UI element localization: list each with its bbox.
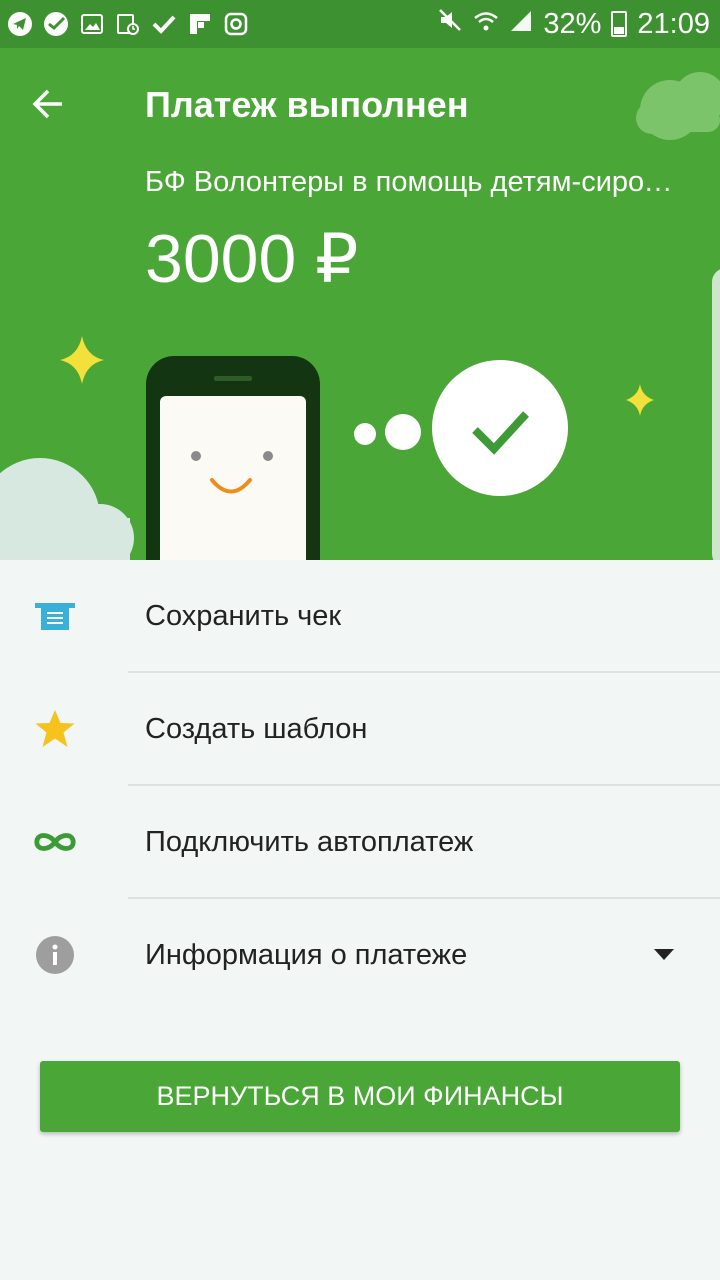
infinity-icon [32,822,78,862]
sparkle-left [60,336,104,384]
flipboard-icon [186,10,214,38]
page-title: Платеж выполнен [145,84,469,125]
check-icon [150,10,178,38]
telegram-icon [6,10,34,38]
save-receipt-item[interactable]: Сохранить чек [0,560,720,673]
payment-amount: 3000 ₽ [145,221,359,297]
battery-icon [611,11,628,37]
payment-info-item[interactable]: Информация о платеже [0,899,720,1012]
autopay-label: Подключить автоплатеж [145,826,474,858]
save-receipt-label: Сохранить чек [145,600,342,632]
gallery-icon [78,10,106,38]
star-icon [32,709,78,749]
create-template-label: Создать шаблон [145,713,368,745]
success-circle [432,360,568,496]
phone-screen [160,396,306,560]
cloud-bottom-left [0,458,134,560]
dropdown-arrow-icon[interactable] [654,949,674,960]
calendar-clock-icon [114,10,142,38]
instagram-icon [222,10,250,38]
cloud-top-right [636,72,720,140]
recipient-name: БФ Волонтеры в помощь детям-сиротам [145,166,685,198]
clock: 21:09 [637,7,710,40]
dot-small [354,423,376,445]
notification-icons [6,8,250,40]
receipt-icon [32,596,78,636]
dot-large [385,414,421,450]
device-edge-right [712,269,720,560]
wifi-icon [473,8,499,41]
return-to-finances-button[interactable]: ВЕРНУТЬСЯ В МОИ ФИНАНСЫ [40,1061,680,1132]
sparkle-right [626,384,654,416]
phone-eye-left [191,451,201,461]
sberbank-icon [42,10,70,38]
create-template-item[interactable]: Создать шаблон [0,673,720,786]
arrow-back-icon [32,89,62,119]
mute-icon [437,7,463,41]
back-button[interactable] [28,84,68,124]
status-bar: 32% 21:09 [0,0,720,48]
actions-list: Сохранить чек Создать шаблон Подключить … [0,560,720,1012]
system-status: 32% 21:09 [437,0,710,48]
phone-speaker [214,376,252,381]
phone-eye-right [263,451,273,461]
autopay-item[interactable]: Подключить автоплатеж [0,786,720,899]
payment-header: Платеж выполнен БФ Волонтеры в помощь де… [0,48,720,560]
signal-icon [509,8,533,41]
battery-percent: 32% [543,7,602,40]
info-icon [32,935,78,975]
payment-info-label: Информация о платеже [145,939,468,971]
